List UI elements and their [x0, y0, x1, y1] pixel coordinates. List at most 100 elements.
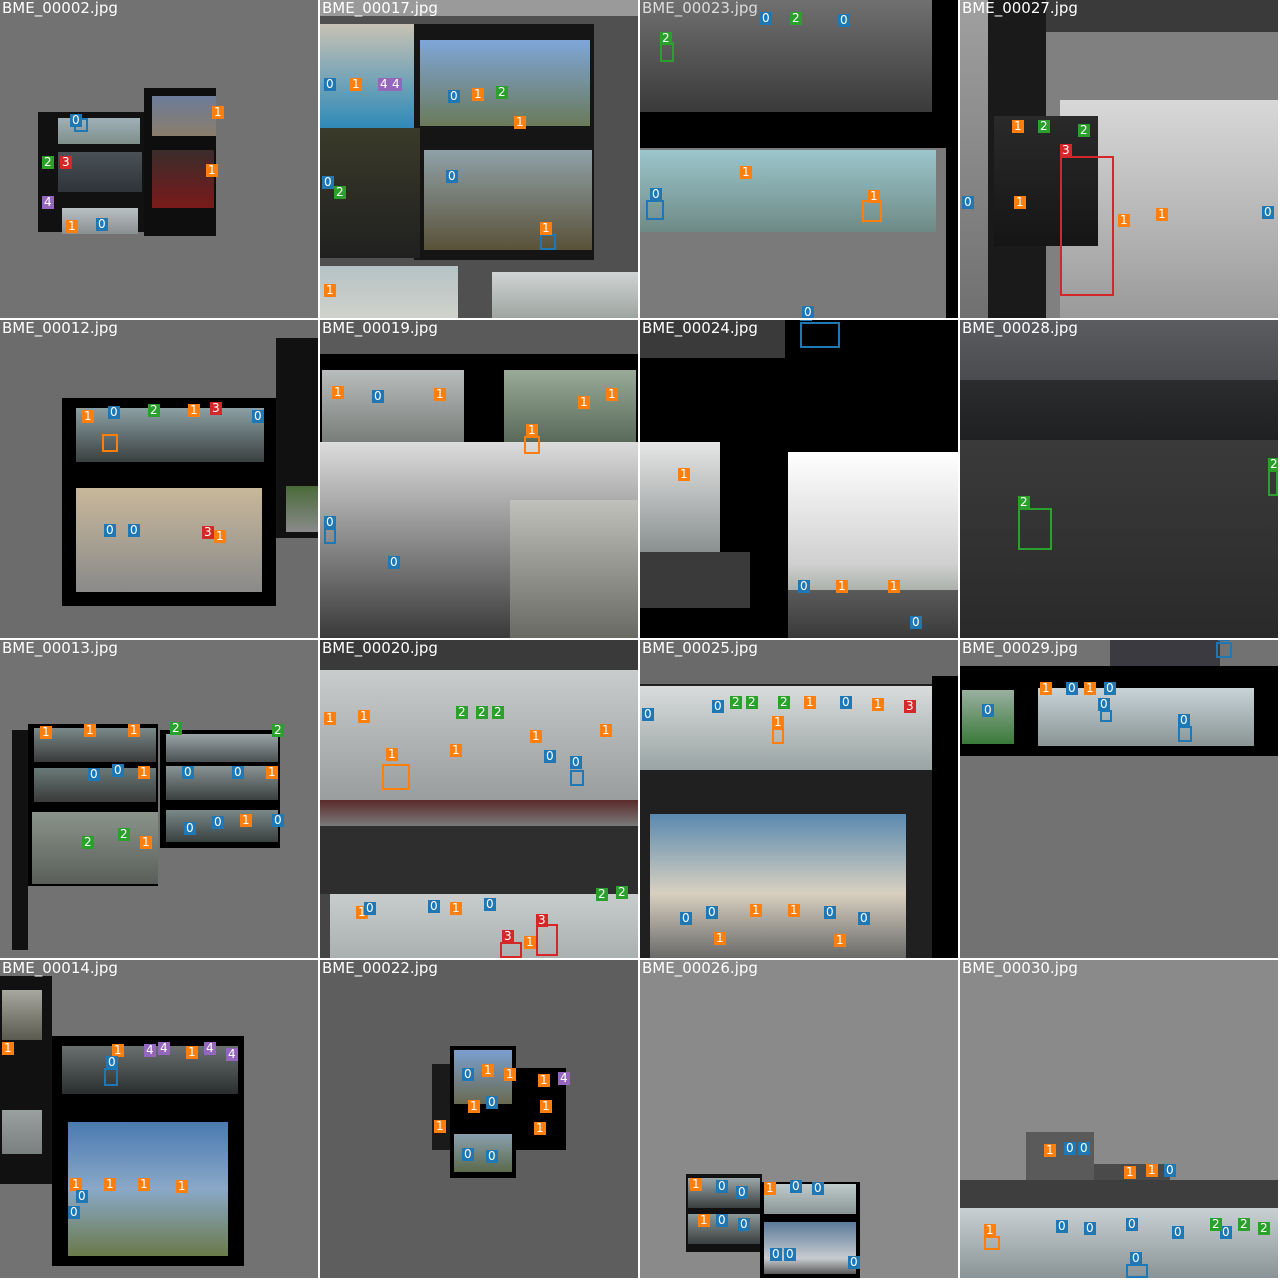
- class-tag: 0: [1064, 1141, 1076, 1155]
- detection-box: [772, 728, 784, 744]
- tile-bme-00029[interactable]: 1 0 1 0 0 0 0 0 BME_00029.jpg: [960, 640, 1278, 958]
- tile-bme-00028[interactable]: 2 2 BME_00028.jpg: [960, 320, 1278, 638]
- class-tag: 4: [144, 1043, 156, 1057]
- class-tag: 1: [740, 165, 752, 179]
- detection-box: [500, 942, 522, 958]
- class-tag: 1: [524, 935, 536, 949]
- mosaic-photo: [960, 0, 988, 318]
- class-tag: 0: [212, 815, 224, 829]
- mosaic-photo: [640, 552, 750, 608]
- class-tag: 3: [202, 525, 214, 539]
- class-tag: 0: [800, 320, 812, 321]
- class-tag: 2: [1018, 495, 1030, 509]
- detection-box: [524, 436, 540, 454]
- detection-box: [1100, 710, 1112, 722]
- tile-filename: BME_00002.jpg: [2, 0, 118, 17]
- class-tag: 0: [486, 1095, 498, 1109]
- class-tag: 0: [838, 13, 850, 27]
- tile-bme-00002[interactable]: 0 1 2 3 4 1 0 1 BME_00002.jpg: [0, 0, 318, 318]
- class-tag: 0: [324, 77, 336, 91]
- class-tag: 0: [706, 905, 718, 919]
- class-tag: 1: [176, 1179, 188, 1193]
- class-tag: 1: [1118, 213, 1130, 227]
- tile-bme-00030[interactable]: 1 0 0 1 1 0 1 0 0 0 0 0 2 2 2 0 BME_0003…: [960, 960, 1278, 1278]
- detection-box: [570, 770, 584, 786]
- class-tag: 0: [128, 523, 140, 537]
- tile-bme-00020[interactable]: 1 1 2 2 2 1 1 1 0 1 0 1 0 0 1 0 3 3 1 2 …: [320, 640, 638, 958]
- mosaic-photo: [650, 814, 906, 958]
- tile-bme-00027[interactable]: 3 1 2 2 0 1 1 1 0 BME_00027.jpg: [960, 0, 1278, 318]
- class-tag: 1: [578, 395, 590, 409]
- class-tag: 0: [1262, 205, 1274, 219]
- mosaic-photo: [420, 40, 590, 126]
- class-tag: 0: [364, 901, 376, 915]
- class-tag: 2: [616, 885, 628, 899]
- class-tag: 2: [170, 721, 182, 735]
- class-tag: 1: [606, 387, 618, 401]
- tile-bme-00014[interactable]: 1 1 4 4 1 4 4 0 1 0 1 1 1 0 BME_00014.jp…: [0, 960, 318, 1278]
- class-tag: 4: [158, 1041, 170, 1055]
- tile-bme-00017[interactable]: 0 1 4 4 0 1 2 0 2 0 1 1 1 BME_00017.jpg: [320, 0, 638, 318]
- class-tag: 1: [206, 163, 218, 177]
- tile-filename: BME_00028.jpg: [962, 320, 1078, 337]
- class-tag: 2: [596, 887, 608, 901]
- class-tag: 2: [1268, 457, 1278, 471]
- tile-bme-00024[interactable]: 0 1 0 1 1 0 BME_00024.jpg: [640, 320, 958, 638]
- tile-bme-00026[interactable]: 1 0 0 1 0 0 1 0 0 0 0 0 BME_00026.jpg: [640, 960, 958, 1278]
- class-tag: 1: [1084, 681, 1096, 695]
- class-tag: 0: [1218, 640, 1230, 641]
- class-tag: 0: [982, 703, 994, 717]
- tile-bme-00025[interactable]: 0 0 2 2 2 1 0 1 3 1 0 0 1 1 0 0 1 1 BME_…: [640, 640, 958, 958]
- tile-filename: BME_00024.jpg: [642, 320, 758, 337]
- mosaic-photo: [640, 442, 720, 552]
- class-tag: 0: [372, 389, 384, 403]
- class-tag: 1: [84, 723, 96, 737]
- class-tag: 1: [504, 1067, 516, 1081]
- tile-bme-00012[interactable]: 1 0 2 1 3 0 0 0 3 1 BME_00012.jpg: [0, 320, 318, 638]
- mosaic-photo: [504, 370, 636, 442]
- class-tag: 1: [836, 579, 848, 593]
- tile-bme-00023[interactable]: 2 0 2 0 0 1 1 0 BME_00023.jpg: [640, 0, 958, 318]
- class-tag: 1: [188, 403, 200, 417]
- mosaic-photo: [960, 1180, 1278, 1208]
- tile-bme-00013[interactable]: 1 1 1 2 2 0 0 1 0 0 1 2 2 1 0 0 1 0 BME_…: [0, 640, 318, 958]
- class-tag: 1: [128, 723, 140, 737]
- class-tag: 1: [434, 387, 446, 401]
- detection-box: [862, 200, 882, 222]
- mosaic-photo: [1038, 688, 1254, 746]
- class-tag: 1: [1156, 207, 1168, 221]
- class-tag: 0: [104, 523, 116, 537]
- class-tag: 0: [736, 1185, 748, 1199]
- mosaic-photo: [2, 990, 42, 1040]
- class-tag: 0: [76, 1189, 88, 1203]
- class-tag: 0: [544, 749, 556, 763]
- class-tag: 0: [462, 1147, 474, 1161]
- class-tag: 1: [1012, 119, 1024, 133]
- class-tag: 1: [600, 723, 612, 737]
- class-tag: 0: [812, 1181, 824, 1195]
- class-tag: 1: [450, 901, 462, 915]
- class-tag: 1: [66, 219, 78, 233]
- tile-filename: BME_00029.jpg: [962, 640, 1078, 657]
- class-tag: 2: [660, 31, 672, 45]
- class-tag: 1: [324, 283, 336, 297]
- class-tag: 1: [332, 385, 344, 399]
- class-tag: 1: [764, 1181, 776, 1195]
- mosaic-photo: [640, 150, 936, 232]
- class-tag: 0: [232, 765, 244, 779]
- mosaic-photo: [320, 24, 420, 128]
- mosaic-photo: [932, 676, 958, 958]
- class-tag: 0: [486, 1149, 498, 1163]
- class-tag: 1: [212, 105, 224, 119]
- mosaic-photo: [960, 1208, 1278, 1278]
- mosaic-photo: [166, 734, 278, 762]
- class-tag: 1: [138, 765, 150, 779]
- class-tag: 1: [834, 933, 846, 947]
- class-tag: 1: [266, 765, 278, 779]
- class-tag: 1: [82, 409, 94, 423]
- tile-bme-00022[interactable]: 0 1 1 1 0 0 0 1 1 4 1 1 BME_00022.jpg: [320, 960, 638, 1278]
- class-tag: 4: [42, 195, 54, 209]
- class-tag: 1: [140, 835, 152, 849]
- tile-bme-00019[interactable]: 1 0 1 1 1 1 0 0 BME_00019.jpg: [320, 320, 638, 638]
- class-tag: 0: [790, 1179, 802, 1193]
